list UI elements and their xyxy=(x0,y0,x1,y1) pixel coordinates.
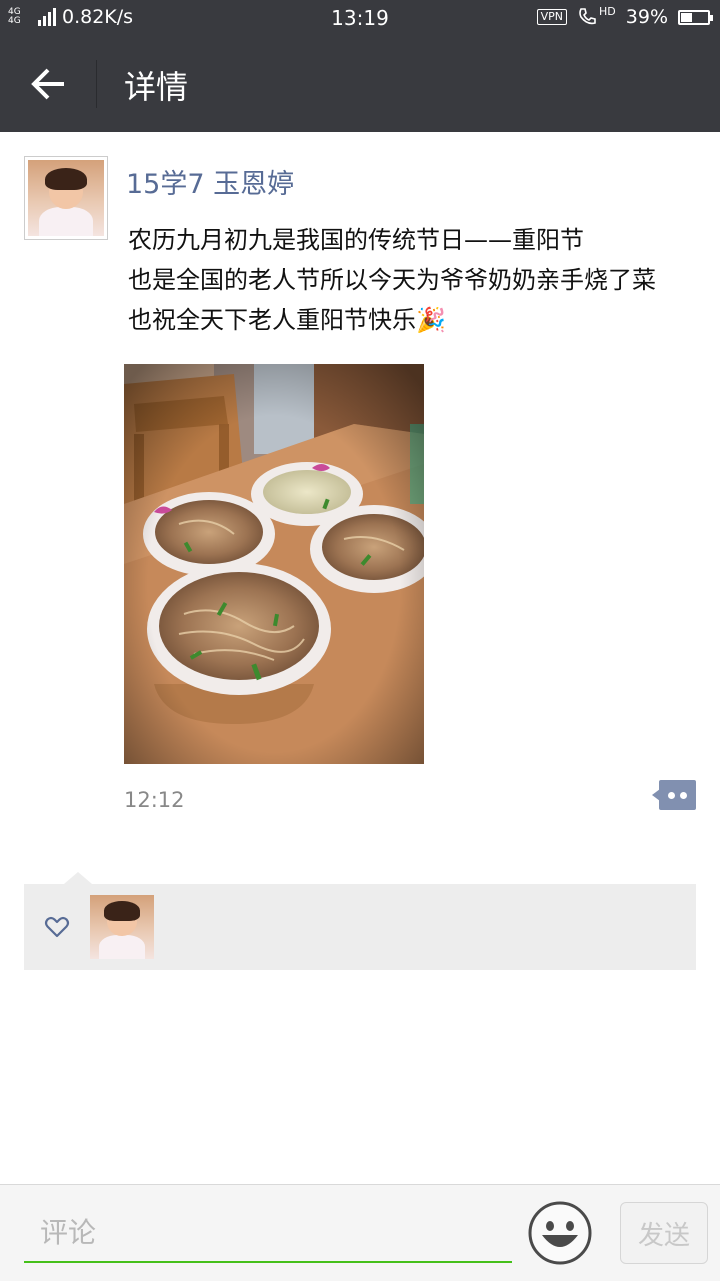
back-arrow-icon xyxy=(31,68,64,100)
post-text-line: 也是全国的老人节所以今天为爷爷奶奶亲手烧了菜 xyxy=(128,266,656,294)
likes-section xyxy=(24,872,696,970)
status-bar: 4G 4G 0.82K/s 13:19 VPN HD 39% xyxy=(0,0,720,36)
vpn-badge: VPN xyxy=(536,9,568,25)
liker-avatar[interactable] xyxy=(90,895,154,959)
post-text-line: 也祝全天下老人重阳节快乐🎉 xyxy=(128,306,446,334)
more-dots-icon xyxy=(659,780,696,810)
send-button[interactable]: 发送 xyxy=(620,1202,708,1264)
battery-icon xyxy=(678,9,713,25)
hd-label: HD xyxy=(599,4,616,18)
status-right: VPN HD 39% xyxy=(536,4,713,28)
avatar-image xyxy=(90,895,154,959)
title-bar: 详情 xyxy=(0,36,720,132)
smiley-icon xyxy=(528,1201,592,1265)
post-time: 12:12 xyxy=(124,788,185,812)
page-title: 详情 xyxy=(124,68,189,106)
post-photo[interactable] xyxy=(124,364,424,764)
food-photo-illustration xyxy=(124,364,424,764)
more-actions-button[interactable] xyxy=(652,780,696,810)
battery-fill xyxy=(681,12,692,22)
comment-input[interactable] xyxy=(24,1203,512,1263)
emoji-button[interactable] xyxy=(528,1201,592,1265)
heart-icon xyxy=(44,916,70,938)
avatar-image xyxy=(28,160,104,236)
author-name[interactable]: 15学7 玉恩婷 xyxy=(126,162,294,201)
back-button[interactable] xyxy=(28,66,68,102)
title-divider xyxy=(96,60,97,108)
hd-call-icon: HD xyxy=(577,4,616,27)
post-text: 农历九月初九是我国的传统节日——重阳节 也是全国的老人节所以今天为爷爷奶奶亲手烧… xyxy=(128,220,700,340)
likes-pointer xyxy=(64,872,92,884)
author-avatar[interactable] xyxy=(24,156,108,240)
battery-percent: 39% xyxy=(625,6,668,28)
comment-bar: 发送 xyxy=(0,1184,720,1281)
post-text-line: 农历九月初九是我国的传统节日——重阳节 xyxy=(128,226,584,254)
